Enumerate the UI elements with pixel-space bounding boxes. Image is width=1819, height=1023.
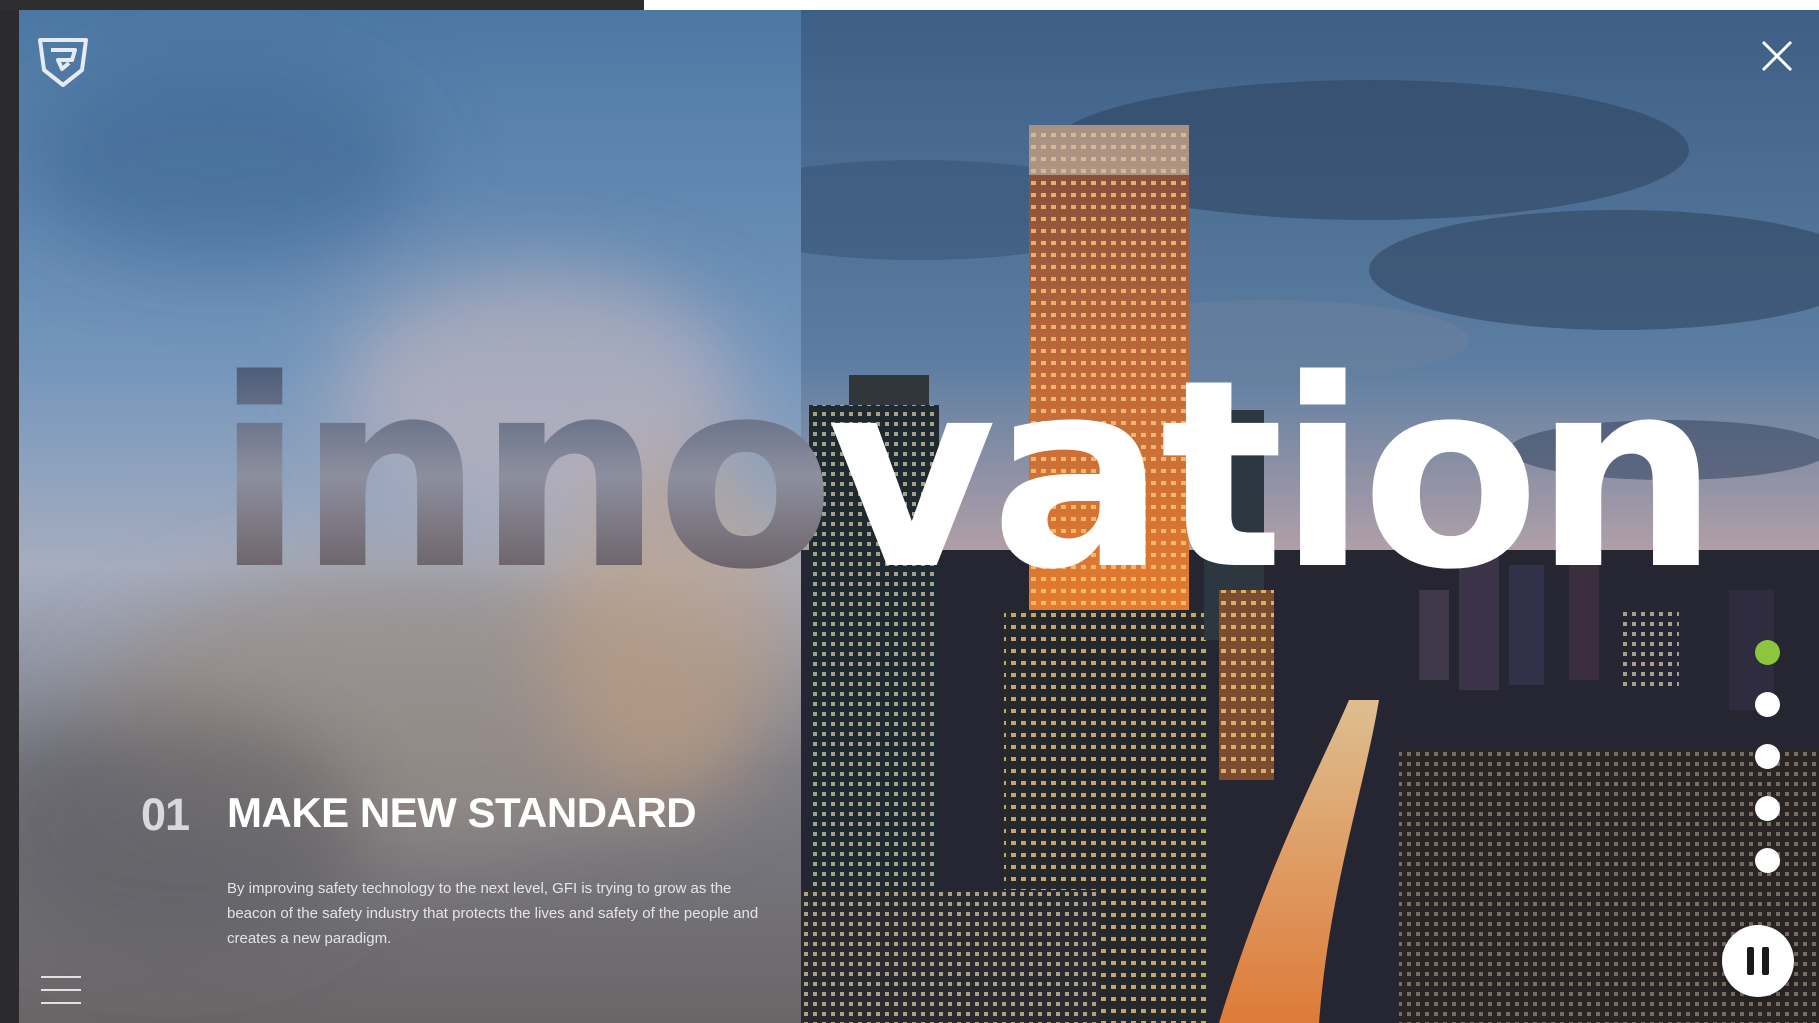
hero-word-masked-part: inno <box>215 325 829 627</box>
hero-word: inno vation <box>215 325 1719 627</box>
pagination-dot-5[interactable] <box>1755 848 1780 873</box>
hero-slide: inno vation 01 MAKE NEW STANDARD By impr… <box>19 10 1819 1023</box>
pagination-dot-1[interactable] <box>1755 640 1780 665</box>
hero-word-solid-part: vation <box>827 325 1713 627</box>
menu-bar <box>41 976 81 978</box>
close-icon[interactable] <box>1757 36 1797 76</box>
pagination-dot-4[interactable] <box>1755 796 1780 821</box>
top-progress-track <box>0 0 644 10</box>
top-progress-bar <box>644 0 1819 10</box>
shield-logo-icon[interactable] <box>36 36 90 88</box>
slide-number: 01 <box>141 789 190 840</box>
hamburger-menu-icon[interactable] <box>41 976 81 1010</box>
menu-bar <box>41 1002 81 1004</box>
pause-icon <box>1747 947 1754 975</box>
slide-title: MAKE NEW STANDARD <box>227 789 697 836</box>
menu-bar <box>41 989 81 991</box>
pause-icon <box>1762 947 1769 975</box>
left-frame-strip <box>0 10 19 1023</box>
pagination-dot-2[interactable] <box>1755 692 1780 717</box>
slide-description: By improving safety technology to the ne… <box>227 880 759 947</box>
pause-button[interactable] <box>1722 925 1794 997</box>
pagination-dot-3[interactable] <box>1755 744 1780 769</box>
slide-pagination <box>1755 640 1785 900</box>
